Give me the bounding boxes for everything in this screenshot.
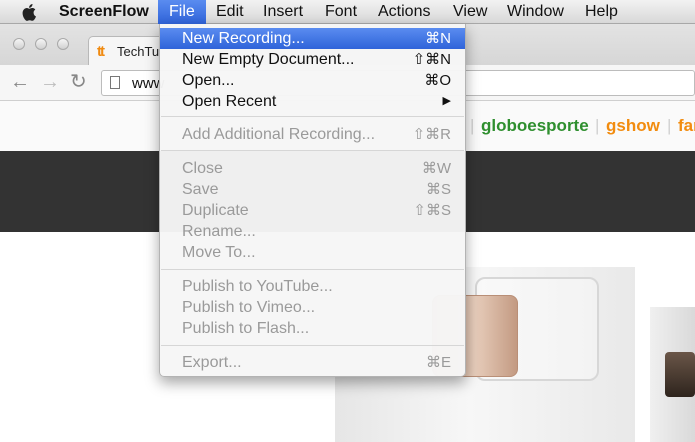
menu-item-close: Close ⌘W <box>182 160 451 177</box>
forward-arrow-icon[interactable]: → <box>40 71 60 93</box>
menu-app-screenflow[interactable]: ScreenFlow <box>59 3 149 21</box>
menu-window[interactable]: Window <box>507 3 564 21</box>
menu-item-add-additional-recording: Add Additional Recording... ⇧⌘R <box>182 126 451 143</box>
menu-item-publish-flash: Publish to Flash... <box>182 320 310 337</box>
menu-separator <box>161 345 464 346</box>
menu-item-export: Export... ⌘E <box>182 354 451 371</box>
close-window-button[interactable] <box>13 38 25 50</box>
menu-bar: ScreenFlow File Edit Insert Font Actions… <box>0 0 695 24</box>
menu-help[interactable]: Help <box>585 3 618 21</box>
menu-font[interactable]: Font <box>325 3 357 21</box>
menu-item-new-recording[interactable]: New Recording... ⌘N <box>160 28 465 49</box>
tab-title: TechTu <box>117 44 160 59</box>
site-link-globoesporte[interactable]: globoesporte <box>481 116 589 136</box>
menu-item-rename: Rename... <box>182 223 256 240</box>
menu-separator <box>161 150 464 151</box>
site-link-far[interactable]: far <box>678 116 695 136</box>
submenu-arrow-icon: ▶ <box>442 95 451 107</box>
zoom-window-button[interactable] <box>57 38 69 50</box>
product-image-secondary <box>650 307 695 442</box>
site-favicon-icon: tt <box>97 43 105 60</box>
menu-edit[interactable]: Edit <box>216 3 244 21</box>
menu-item-move-to: Move To... <box>182 244 256 261</box>
menu-item-new-empty-document[interactable]: New Empty Document... ⇧⌘N <box>160 49 465 70</box>
menu-item-save: Save ⌘S <box>182 181 451 198</box>
apple-logo-icon[interactable] <box>22 3 38 21</box>
page-icon <box>110 76 120 89</box>
menu-item-publish-vimeo: Publish to Vimeo... <box>182 299 316 316</box>
reload-icon[interactable]: ↻ <box>70 71 87 93</box>
back-arrow-icon[interactable]: ← <box>10 71 30 93</box>
minimize-window-button[interactable] <box>35 38 47 50</box>
menu-separator <box>161 116 464 117</box>
menu-separator <box>161 269 464 270</box>
site-link-gshow[interactable]: gshow <box>606 116 660 136</box>
menu-item-publish-youtube: Publish to YouTube... <box>182 278 333 295</box>
menu-insert[interactable]: Insert <box>263 3 303 21</box>
menu-item-open-recent[interactable]: Open Recent ▶ <box>160 91 465 112</box>
menu-file[interactable]: File <box>158 0 206 24</box>
menu-item-duplicate: Duplicate ⇧⌘S <box>182 202 451 219</box>
menu-actions[interactable]: Actions <box>378 3 430 21</box>
menu-view[interactable]: View <box>453 3 487 21</box>
menu-item-open[interactable]: Open... ⌘O <box>160 70 465 91</box>
file-menu-dropdown: New Recording... ⌘N New Empty Document..… <box>159 24 466 377</box>
